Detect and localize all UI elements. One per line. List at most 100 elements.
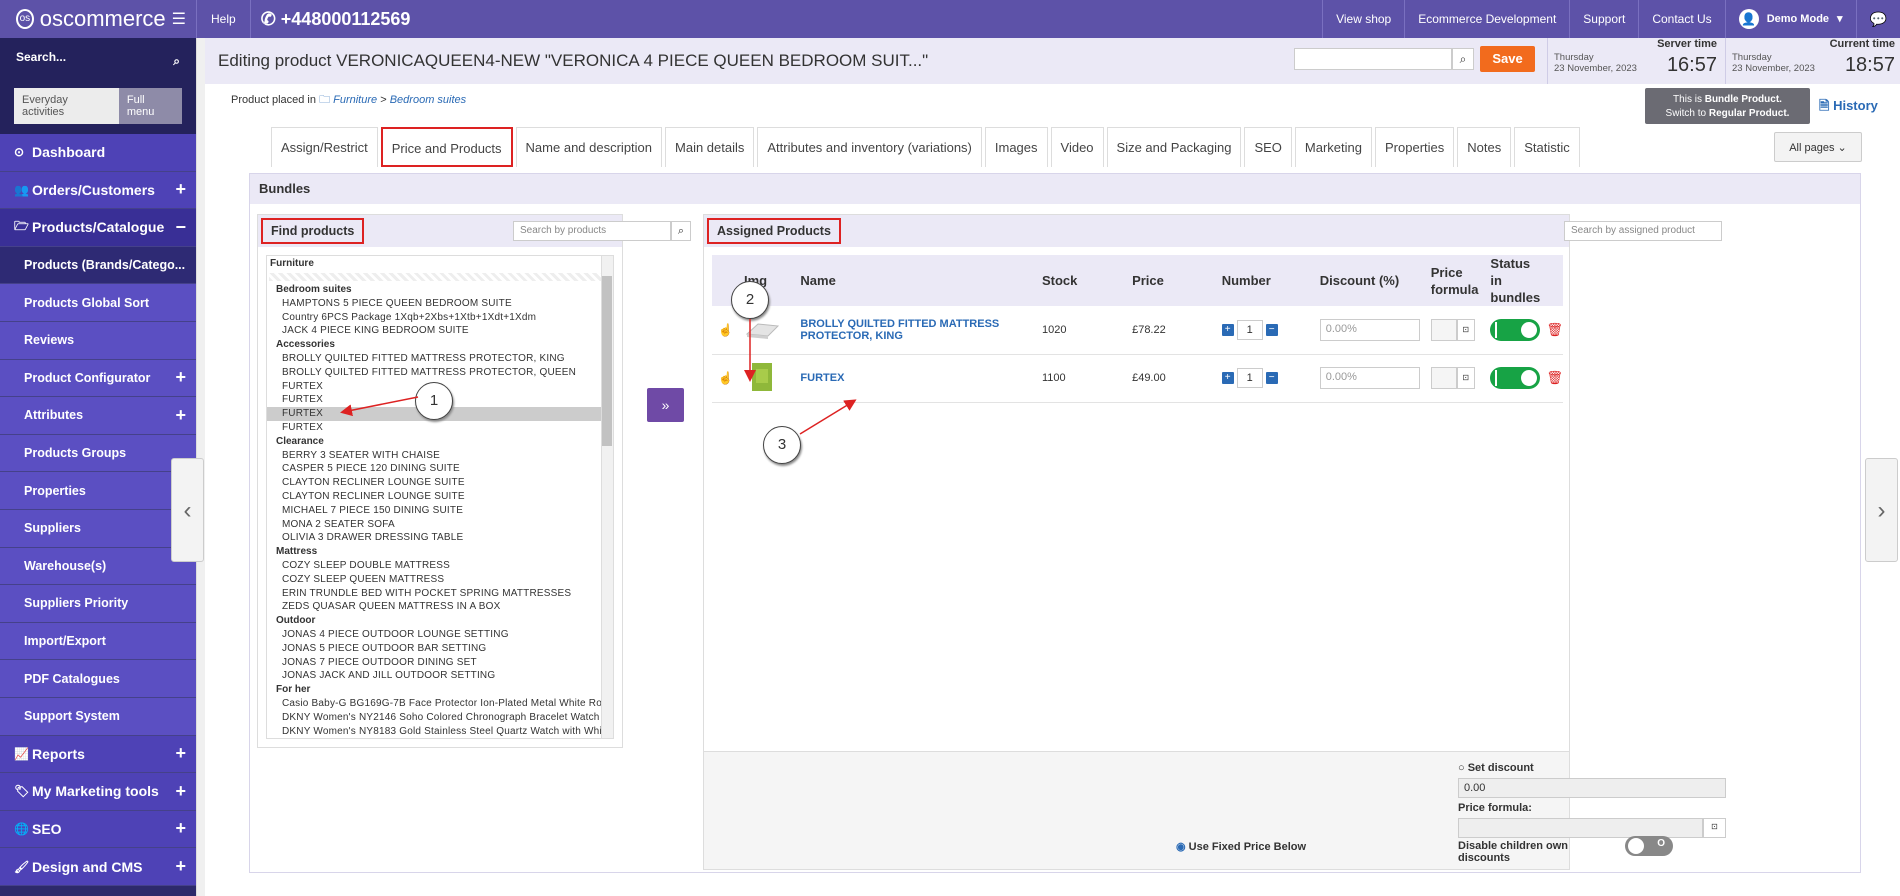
tree-product-item[interactable]: OLIVIA 3 DRAWER DRESSING TABLE: [267, 531, 613, 545]
tree-product-item[interactable]: JONAS JACK AND JILL OUTDOOR SETTING: [267, 669, 613, 683]
plus-icon[interactable]: +: [1221, 323, 1234, 336]
status-toggle[interactable]: [1490, 367, 1541, 389]
sidebar-item-support-system[interactable]: Support System: [0, 697, 196, 736]
tab-assign-restrict[interactable]: Assign/Restrict: [271, 127, 378, 167]
trash-icon[interactable]: 🗑: [1546, 322, 1563, 337]
drag-handle-icon[interactable]: ☝: [712, 354, 739, 403]
sidebar-item-reviews[interactable]: Reviews: [0, 321, 196, 360]
assigned-products-search[interactable]: Search by assigned product: [1564, 221, 1722, 241]
tree-product-item[interactable]: Casio Baby-G BG169G-7B Face Protector Io…: [267, 697, 613, 711]
sidebar-item-dashboard[interactable]: ⊙ Dashboard: [0, 134, 196, 172]
plus-icon[interactable]: +: [175, 405, 186, 426]
view-shop-link[interactable]: View shop: [1322, 0, 1404, 38]
product-name-link[interactable]: BROLLY QUILTED FITTED MATTRESS PROTECTOR…: [800, 318, 999, 342]
sidebar-item-properties[interactable]: Properties: [0, 472, 196, 510]
plus-icon[interactable]: +: [175, 367, 186, 388]
tab-price-and-products[interactable]: Price and Products: [380, 127, 513, 167]
tab-name-and-description[interactable]: Name and description: [515, 127, 663, 167]
next-arrow[interactable]: ›: [1865, 458, 1898, 562]
tree-product-item[interactable]: JONAS 4 PIECE OUTDOOR LOUNGE SETTING: [267, 628, 613, 642]
minus-icon[interactable]: −: [1265, 323, 1278, 336]
tree-product-item[interactable]: ZEDS QUASAR QUEEN MATTRESS IN A BOX: [267, 600, 613, 614]
price-formula-input[interactable]: [1430, 367, 1457, 389]
breadcrumb-bedroom-suites[interactable]: Bedroom suites: [390, 94, 466, 106]
logo[interactable]: os oscommerce ☰: [0, 0, 196, 38]
plus-icon[interactable]: +: [175, 818, 186, 839]
plus-icon[interactable]: +: [175, 781, 186, 802]
sidebar-item-product-configurator[interactable]: Product Configurator +: [0, 359, 196, 398]
quantity-input[interactable]: 1: [1236, 368, 1263, 388]
tree-product-item[interactable]: BROLLY QUILTED FITTED MATTRESS PROTECTOR…: [267, 366, 613, 380]
sidebar-item-suppliers[interactable]: Suppliers: [0, 509, 196, 548]
history-link[interactable]: 🗎 History: [1819, 97, 1878, 119]
sidebar-search[interactable]: Search... ⌕: [0, 38, 196, 84]
sidebar-item-products-catalogue[interactable]: 🗁 Products/Catalogue −: [0, 209, 196, 247]
plus-icon[interactable]: +: [175, 856, 186, 877]
sidebar-item-design-and-cms[interactable]: 🖌 Design and CMS +: [0, 848, 196, 886]
price-formula-button[interactable]: ⊡: [1703, 818, 1726, 838]
use-fixed-price-option[interactable]: ◉ Use Fixed Price Below: [1176, 840, 1306, 853]
formula-icon[interactable]: ⊡: [1456, 367, 1475, 389]
quantity-input[interactable]: 1: [1236, 319, 1263, 340]
tree-product-item[interactable]: HAMPTONS 5 PIECE QUEEN BEDROOM SUITE: [267, 297, 613, 311]
sidebar-item-seo[interactable]: 🌐 SEO +: [0, 810, 196, 849]
set-discount-option[interactable]: ○ Set discount: [1458, 762, 1534, 774]
product-name-link[interactable]: FURTEX: [800, 372, 844, 384]
tree-product-item[interactable]: CASPER 5 PIECE 120 DINING SUITE: [267, 462, 613, 476]
trash-icon[interactable]: 🗑: [1546, 370, 1563, 385]
formula-icon[interactable]: ⊡: [1456, 318, 1475, 341]
search-icon[interactable]: ⌕: [173, 54, 180, 69]
disable-children-discounts-toggle[interactable]: O: [1625, 836, 1673, 856]
switch-regular-link[interactable]: Regular Product.: [1709, 108, 1790, 119]
plus-icon[interactable]: +: [175, 743, 186, 764]
tab-video[interactable]: Video: [1050, 127, 1104, 167]
sidebar-item-my-marketing-tools[interactable]: 🏷 My Marketing tools +: [0, 773, 196, 811]
status-toggle[interactable]: [1490, 318, 1541, 341]
plus-icon[interactable]: +: [1221, 372, 1234, 384]
contact-us-link[interactable]: Contact Us: [1638, 0, 1724, 38]
tab-attributes-and-inventory-variations[interactable]: Attributes and inventory (variations): [757, 127, 982, 167]
tab-seo[interactable]: SEO: [1244, 127, 1292, 167]
drag-handle-icon[interactable]: ☝: [712, 306, 739, 355]
tree-product-item[interactable]: CLAYTON RECLINER LOUNGE SUITE: [267, 476, 613, 490]
sidebar-item-reports[interactable]: 📈 Reports +: [0, 735, 196, 774]
minus-icon[interactable]: −: [1265, 372, 1278, 384]
tab-statistic[interactable]: Statistic: [1514, 127, 1580, 167]
tree-product-item[interactable]: MONA 2 SEATER SOFA: [267, 518, 613, 532]
tree-product-item[interactable]: Country 6PCS Package 1Xqb+2Xbs+1Xtb+1Xdt…: [267, 311, 613, 325]
sidebar-item-suppliers-priority[interactable]: Suppliers Priority: [0, 585, 196, 623]
tree-product-item[interactable]: COZY SLEEP QUEEN MATTRESS: [267, 573, 613, 587]
sidebar-item-attributes[interactable]: Attributes +: [0, 397, 196, 435]
sidebar-item-orders-customers[interactable]: 👥 Orders/Customers +: [0, 171, 196, 210]
tab-marketing[interactable]: Marketing: [1294, 127, 1372, 167]
tree-product-item[interactable]: FURTEX: [267, 421, 613, 435]
tree-product-item[interactable]: DKNY Women's NY8183 Gold Stainless Steel…: [267, 725, 613, 739]
tree-product-item[interactable]: BROLLY QUILTED FITTED MATTRESS PROTECTOR…: [267, 352, 613, 366]
tree-scrollbar[interactable]: [601, 256, 613, 738]
tab-images[interactable]: Images: [984, 127, 1048, 167]
find-products-search[interactable]: Search by products: [513, 221, 671, 241]
radio-icon[interactable]: ○: [1458, 762, 1465, 774]
radio-checked-icon[interactable]: ◉: [1176, 841, 1186, 853]
sidebar-item-warehouse-s[interactable]: Warehouse(s): [0, 547, 196, 586]
tree-product-item[interactable]: BERRY 3 SEATER WITH CHAISE: [267, 449, 613, 463]
sidebar-item-products-global-sort[interactable]: Products Global Sort: [0, 284, 196, 322]
everyday-activities-button[interactable]: Everyday activities: [14, 88, 119, 124]
set-discount-input[interactable]: 0.00: [1458, 778, 1726, 798]
search-icon[interactable]: ⌕: [1452, 48, 1474, 70]
price-formula-input[interactable]: [1430, 318, 1457, 341]
plus-icon[interactable]: +: [175, 179, 186, 200]
header-search-input[interactable]: [1294, 48, 1452, 70]
tab-size-and-packaging[interactable]: Size and Packaging: [1106, 127, 1242, 167]
sidebar-item-products-brands-catego[interactable]: Products (Brands/Catego...: [0, 246, 196, 285]
move-to-assigned-button[interactable]: »: [647, 388, 684, 422]
breadcrumb-furniture[interactable]: Furniture: [333, 94, 377, 106]
support-link[interactable]: Support: [1569, 0, 1638, 38]
full-menu-button[interactable]: Full menu: [118, 88, 182, 124]
search-icon[interactable]: ⌕: [671, 221, 691, 241]
save-button[interactable]: Save: [1480, 46, 1535, 72]
discount-input[interactable]: 0.00%: [1319, 367, 1420, 389]
ecommerce-development-link[interactable]: Ecommerce Development: [1404, 0, 1569, 38]
previous-arrow[interactable]: ‹: [171, 458, 204, 562]
tree-product-item[interactable]: COZY SLEEP DOUBLE MATTRESS: [267, 559, 613, 573]
